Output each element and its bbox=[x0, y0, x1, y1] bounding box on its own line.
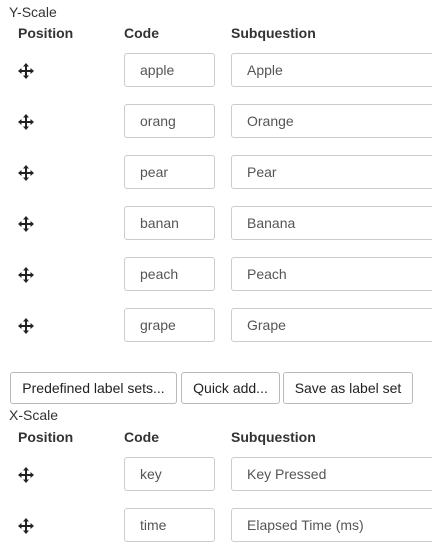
code-input-key[interactable] bbox=[124, 457, 215, 491]
x-scale-row bbox=[0, 457, 432, 493]
move-arrows-icon[interactable] bbox=[18, 165, 34, 181]
x-scale-title: X-Scale bbox=[9, 407, 59, 423]
x-scale-row bbox=[0, 508, 432, 544]
move-arrows-icon[interactable] bbox=[18, 114, 34, 130]
move-arrows-icon[interactable] bbox=[18, 216, 34, 232]
code-input-apple[interactable] bbox=[124, 53, 215, 87]
y-scale-row bbox=[0, 104, 432, 140]
subquestion-input-peach[interactable] bbox=[231, 257, 432, 291]
y-scale-header-subquestion: Subquestion bbox=[231, 25, 316, 41]
move-arrows-icon[interactable] bbox=[18, 63, 34, 79]
predefined-label-sets-button[interactable]: Predefined label sets... bbox=[10, 372, 177, 404]
y-scale-row bbox=[0, 53, 432, 89]
subquestion-input-apple[interactable] bbox=[231, 53, 432, 87]
move-arrows-icon[interactable] bbox=[18, 318, 34, 334]
x-scale-header-subquestion: Subquestion bbox=[231, 429, 316, 445]
x-scale-header-code: Code bbox=[124, 429, 159, 445]
code-input-grape[interactable] bbox=[124, 308, 215, 342]
y-scale-row bbox=[0, 308, 432, 344]
move-arrows-icon[interactable] bbox=[18, 267, 34, 283]
code-input-time[interactable] bbox=[124, 508, 215, 542]
y-scale-row bbox=[0, 206, 432, 242]
move-arrows-icon[interactable] bbox=[18, 467, 34, 483]
y-scale-header-code: Code bbox=[124, 25, 159, 41]
x-scale-header-position: Position bbox=[18, 429, 74, 445]
quick-add-button[interactable]: Quick add... bbox=[181, 372, 280, 404]
move-arrows-icon[interactable] bbox=[18, 518, 34, 534]
subquestion-input-grape[interactable] bbox=[231, 308, 432, 342]
subquestion-input-orange[interactable] bbox=[231, 104, 432, 138]
subquestion-input-key-pressed[interactable] bbox=[231, 457, 432, 491]
subquestion-input-elapsed-time[interactable] bbox=[231, 508, 432, 542]
y-scale-header-position: Position bbox=[18, 25, 74, 41]
subquestion-input-pear[interactable] bbox=[231, 155, 432, 189]
y-scale-row bbox=[0, 155, 432, 191]
save-as-label-set-button[interactable]: Save as label set bbox=[283, 372, 413, 404]
code-input-peach[interactable] bbox=[124, 257, 215, 291]
y-scale-title: Y-Scale bbox=[9, 4, 57, 20]
code-input-orang[interactable] bbox=[124, 104, 215, 138]
code-input-pear[interactable] bbox=[124, 155, 215, 189]
code-input-banan[interactable] bbox=[124, 206, 215, 240]
subquestion-input-banana[interactable] bbox=[231, 206, 432, 240]
y-scale-row bbox=[0, 257, 432, 293]
